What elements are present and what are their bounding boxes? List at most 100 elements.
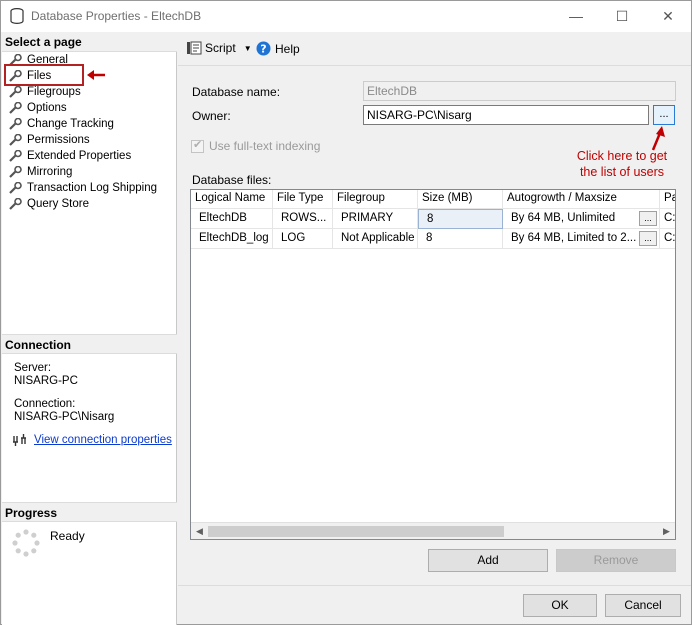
sidebar-item-query-store[interactable]: Query Store — [8, 196, 89, 212]
script-label: Script — [205, 41, 236, 55]
sidebar-item-label: Mirroring — [27, 166, 73, 178]
sidebar-item-change-tracking[interactable]: Change Tracking — [8, 116, 114, 132]
col-path[interactable]: Pa — [660, 190, 675, 209]
scroll-thumb[interactable] — [208, 526, 504, 537]
sidebar-item-label: Extended Properties — [27, 150, 132, 162]
scroll-right-icon[interactable]: ▶ — [658, 525, 675, 538]
wrench-icon — [9, 182, 22, 194]
cell-logical-name[interactable]: EltechDB — [191, 209, 273, 229]
sidebar-item-mirroring[interactable]: Mirroring — [8, 164, 72, 180]
sidebar-item-transaction-log-shipping[interactable]: Transaction Log Shipping — [8, 180, 157, 196]
col-size[interactable]: Size (MB) — [418, 190, 503, 209]
database-files-label: Database files: — [192, 173, 272, 187]
cell-path[interactable]: C: — [660, 229, 675, 249]
cell-path[interactable]: C: — [660, 209, 675, 229]
left-pane: Select a page General Files Filegroups Opti… — [2, 32, 177, 625]
cell-autogrowth[interactable]: By 64 MB, Unlimited ... — [503, 209, 660, 229]
cell-size[interactable]: 8 — [418, 229, 503, 249]
cell-file-type[interactable]: ROWS... — [273, 209, 333, 229]
database-name-label: Database name: — [192, 85, 281, 99]
cell-autogrowth[interactable]: By 64 MB, Limited to 2... ... — [503, 229, 660, 249]
autogrowth-edit-button[interactable]: ... — [639, 211, 657, 226]
cell-autogrowth-text: By 64 MB, Unlimited — [511, 212, 616, 224]
annotation-line-2: the list of users — [579, 165, 665, 179]
toolbar-divider — [178, 65, 691, 66]
connection-value: NISARG-PC\Nisarg — [14, 411, 115, 423]
files-highlight-box — [4, 64, 84, 86]
grid-header: Logical Name File Type Filegroup Size (M… — [191, 190, 675, 209]
minimize-button[interactable]: — — [553, 1, 599, 32]
progress-status: Ready — [50, 529, 85, 543]
progress-spinner-icon — [12, 529, 40, 557]
browse-owner-button[interactable]: ... — [653, 105, 675, 125]
wrench-icon — [9, 198, 22, 210]
wrench-icon — [9, 134, 22, 146]
maximize-button[interactable]: ☐ — [599, 1, 645, 32]
fulltext-label: Use full-text indexing — [209, 139, 321, 153]
cell-logical-name[interactable]: EltechDB_log — [191, 229, 273, 249]
owner-field[interactable]: NISARG-PC\Nisarg — [363, 105, 649, 125]
sidebar-item-label: Options — [27, 102, 67, 114]
server-label: Server: — [14, 362, 52, 374]
svg-text:?: ? — [260, 43, 266, 56]
select-page-header: Select a page — [2, 32, 177, 52]
fulltext-checkbox: ✔ — [191, 139, 204, 153]
ok-button[interactable]: OK — [523, 594, 597, 617]
horizontal-scrollbar[interactable]: ◀ ▶ — [191, 522, 675, 539]
sidebar-item-filegroups[interactable]: Filegroups — [8, 84, 81, 100]
cell-autogrowth-text: By 64 MB, Limited to 2... — [511, 232, 637, 244]
script-dropdown-icon[interactable]: ▼ — [244, 44, 252, 53]
owner-annotation: Click here to get the list of users — [557, 148, 687, 180]
sidebar-item-extended-properties[interactable]: Extended Properties — [8, 148, 131, 164]
table-row[interactable]: EltechDB_log LOG Not Applicable 8 By 64 … — [191, 229, 675, 249]
database-properties-window: Database Properties - EltechDB — ☐ ✕ Sel… — [0, 0, 692, 625]
autogrowth-edit-button[interactable]: ... — [639, 231, 657, 246]
connection-header: Connection — [2, 334, 177, 354]
sidebar-item-label: Permissions — [27, 134, 90, 146]
toolbar: Script ▼ ? Help — [178, 32, 692, 66]
connection-label: Connection: — [14, 398, 76, 410]
owner-label: Owner: — [192, 109, 231, 123]
sidebar-item-permissions[interactable]: Permissions — [8, 132, 90, 148]
cell-size[interactable]: 8 — [418, 209, 503, 229]
wrench-icon — [9, 86, 22, 98]
database-icon — [10, 8, 24, 24]
scroll-left-icon[interactable]: ◀ — [191, 525, 208, 538]
wrench-icon — [9, 118, 22, 130]
col-logical-name[interactable]: Logical Name — [191, 190, 273, 209]
database-name-field: EltechDB — [363, 81, 676, 101]
cell-filegroup[interactable]: Not Applicable — [333, 229, 418, 249]
help-icon: ? — [256, 41, 271, 56]
sidebar-item-label: Query Store — [27, 198, 89, 210]
sidebar-item-options[interactable]: Options — [8, 100, 67, 116]
sidebar-item-label: Transaction Log Shipping — [27, 182, 157, 194]
remove-button[interactable]: Remove — [556, 549, 676, 572]
bottom-divider — [178, 585, 691, 586]
table-row[interactable]: EltechDB ROWS... PRIMARY 8 By 64 MB, Unl… — [191, 209, 675, 229]
close-button[interactable]: ✕ — [645, 1, 691, 32]
connection-properties-icon — [13, 434, 26, 446]
red-arrow-icon — [87, 70, 105, 80]
help-button[interactable]: ? Help — [256, 41, 300, 56]
sidebar-item-label: Change Tracking — [27, 118, 114, 130]
wrench-icon — [9, 166, 22, 178]
script-icon — [187, 41, 202, 55]
window-title: Database Properties - EltechDB — [31, 9, 202, 23]
server-value: NISARG-PC — [14, 375, 78, 387]
sidebar-item-label: Filegroups — [27, 86, 81, 98]
col-file-type[interactable]: File Type — [273, 190, 333, 209]
script-button[interactable]: Script ▼ — [186, 41, 252, 55]
title-bar: Database Properties - EltechDB — ☐ ✕ — [1, 1, 691, 32]
wrench-icon — [9, 102, 22, 114]
col-autogrowth[interactable]: Autogrowth / Maxsize — [503, 190, 660, 209]
wrench-icon — [9, 150, 22, 162]
add-button[interactable]: Add — [428, 549, 548, 572]
cell-file-type[interactable]: LOG — [273, 229, 333, 249]
view-connection-properties-link[interactable]: View connection properties — [34, 434, 172, 446]
progress-header: Progress — [2, 502, 177, 522]
cancel-button[interactable]: Cancel — [605, 594, 681, 617]
help-label: Help — [275, 41, 300, 56]
col-filegroup[interactable]: Filegroup — [333, 190, 418, 209]
database-files-grid[interactable]: Logical Name File Type Filegroup Size (M… — [190, 189, 676, 540]
cell-filegroup[interactable]: PRIMARY — [333, 209, 418, 229]
